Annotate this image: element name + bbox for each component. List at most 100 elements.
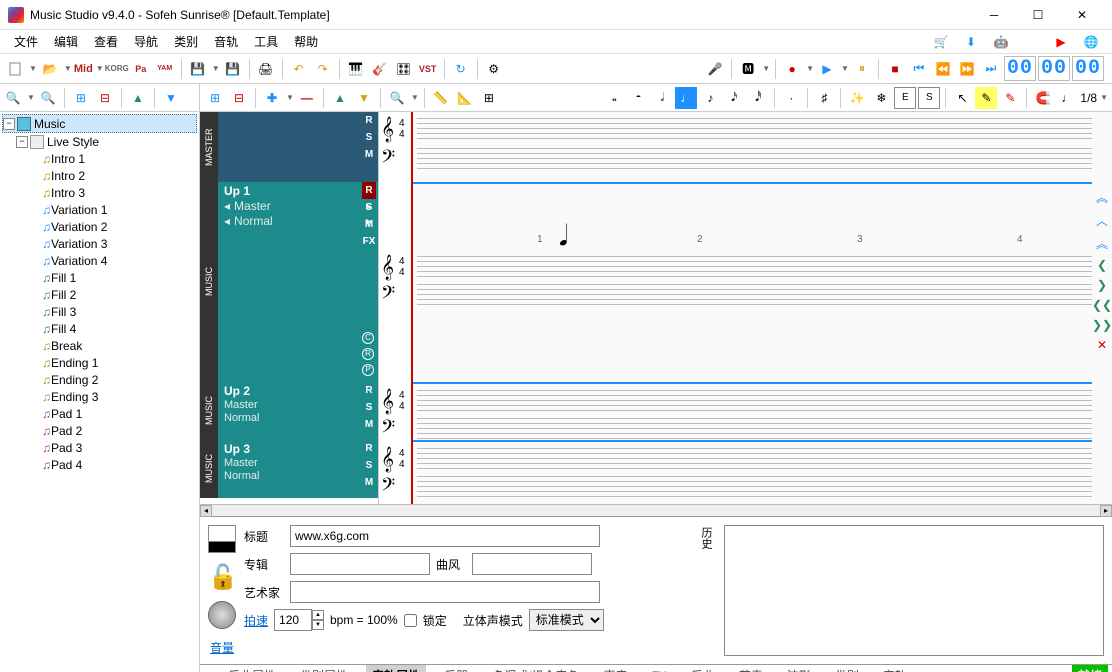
tree-item[interactable]: ♫ Variation 2 <box>2 218 197 235</box>
menu-edit[interactable]: 编辑 <box>46 33 86 50</box>
tree-item[interactable]: ♫ Fill 3 <box>2 303 197 320</box>
whole-note-button[interactable]: 𝅝 <box>603 87 625 109</box>
minimize-button[interactable]: ─ <box>972 1 1016 29</box>
h-scrollbar[interactable]: ◂ ▸ <box>200 504 1112 516</box>
yamaha-icon[interactable]: YAM <box>154 58 176 80</box>
maximize-button[interactable]: ☐ <box>1016 1 1060 29</box>
m-indicator[interactable]: M <box>362 216 376 233</box>
double-left-icon[interactable]: ❮❮ <box>1092 298 1112 312</box>
menu-help[interactable]: 帮助 <box>286 33 326 50</box>
expander-icon[interactable]: − <box>16 136 28 148</box>
skip-end-button[interactable]: ⏭ <box>980 58 1002 80</box>
mixer-button[interactable]: 🎛 <box>393 58 415 80</box>
down-button[interactable]: ▼ <box>160 87 182 109</box>
tree-item[interactable]: ♫ Fill 1 <box>2 269 197 286</box>
tree-item[interactable]: ♫ Pad 3 <box>2 439 197 456</box>
grid-button[interactable]: ⊞ <box>478 87 500 109</box>
cart-icon[interactable]: 🛒 <box>930 31 952 53</box>
tree-item[interactable]: ♫ Fill 2 <box>2 286 197 303</box>
m-indicator[interactable]: M <box>362 146 376 163</box>
volume-link[interactable]: 音量 <box>210 639 234 656</box>
menu-view[interactable]: 查看 <box>86 33 126 50</box>
up-arrow-icon[interactable]: ︽ <box>1096 189 1108 206</box>
note-frac-button[interactable]: ♩ <box>1056 87 1078 109</box>
pa-icon[interactable]: Pa <box>130 58 152 80</box>
tree-item[interactable]: ♫ Ending 1 <box>2 354 197 371</box>
r-indicator[interactable]: R <box>362 112 376 129</box>
tab-left-icon[interactable]: ◂ <box>204 669 210 672</box>
zoom-out-button[interactable]: 🔍 <box>37 87 59 109</box>
new-button[interactable] <box>4 58 26 80</box>
download-icon[interactable]: ⬇ <box>960 31 982 53</box>
rewind-button[interactable]: ⏪ <box>932 58 954 80</box>
refresh-button[interactable]: ↻ <box>450 58 472 80</box>
tab-wave[interactable]: 波形 <box>781 665 817 672</box>
tab-category-props[interactable]: 类别属性 <box>294 665 354 672</box>
tab-instrument[interactable]: 乐器 <box>438 665 474 672</box>
apple-icon[interactable] <box>1020 31 1042 53</box>
thirtysecond-note-button[interactable]: 𝅘𝅥𝅰 <box>747 87 769 109</box>
tab-song-props[interactable]: 乐曲属性 <box>222 665 282 672</box>
lock-icon[interactable]: 🔓 <box>208 563 236 591</box>
tree-item[interactable]: ♫ Ending 2 <box>2 371 197 388</box>
up-arrow-icon[interactable]: ︿ <box>1096 212 1108 229</box>
sharp-button[interactable]: ♯ <box>813 87 835 109</box>
close-icon[interactable]: ✕ <box>1097 338 1107 352</box>
pencil-button[interactable]: ✎ <box>999 87 1021 109</box>
add-button[interactable]: ✚ <box>261 87 283 109</box>
menu-category[interactable]: 类别 <box>166 33 206 50</box>
tree-item[interactable]: ♫ Pad 1 <box>2 405 197 422</box>
track-content[interactable]: 𝄞44 𝄢 𝅘𝅥 1 2 3 4 𝄞44 𝄢 𝄞44 𝄢 𝄞44 𝄢 <box>378 112 1112 504</box>
tree-live-style[interactable]: − Live Style <box>2 133 197 150</box>
tab-song[interactable]: 乐曲 <box>685 665 721 672</box>
forward-button[interactable]: ⏩ <box>956 58 978 80</box>
m-indicator[interactable]: M <box>362 416 376 433</box>
eighth-note-button[interactable]: ♪ <box>699 87 721 109</box>
mic-button[interactable]: 🎤 <box>704 58 726 80</box>
tree-item[interactable]: ♫ Intro 2 <box>2 167 197 184</box>
record-button[interactable]: ● <box>781 58 803 80</box>
s-indicator[interactable]: S <box>362 457 376 474</box>
tree-item[interactable]: ♫ Pad 4 <box>2 456 197 473</box>
tab-track[interactable]: 音轨 <box>877 665 913 672</box>
genre-input[interactable] <box>472 553 592 575</box>
master-track-head[interactable]: R S M <box>218 112 378 182</box>
android-icon[interactable]: 🤖 <box>990 31 1012 53</box>
tree-item[interactable]: ♫ Variation 1 <box>2 201 197 218</box>
tree-item[interactable]: ♫ Fill 4 <box>2 320 197 337</box>
sixteenth-note-button[interactable]: 𝅘𝅥𝅯 <box>723 87 745 109</box>
up-button[interactable]: ▲ <box>127 87 149 109</box>
pointer-button[interactable]: ↖ <box>951 87 973 109</box>
s-indicator[interactable]: S <box>362 199 376 216</box>
ruler2-button[interactable]: 📐 <box>454 87 476 109</box>
expand-button[interactable]: ⊞ <box>70 87 92 109</box>
tab-fx[interactable]: FX <box>645 667 672 672</box>
e-button[interactable]: E <box>894 87 916 109</box>
remove-button[interactable]: — <box>296 87 318 109</box>
menu-file[interactable]: 文件 <box>6 33 46 50</box>
s-button[interactable]: S <box>918 87 940 109</box>
collapse-all-button[interactable]: ⊟ <box>228 87 250 109</box>
tab-rhythm[interactable]: 节奏 <box>733 665 769 672</box>
s-indicator[interactable]: S <box>362 129 376 146</box>
mid-label[interactable]: Mid <box>74 63 93 75</box>
metronome-button[interactable]: 🅼 <box>737 58 759 80</box>
highlight-button[interactable]: ✎ <box>975 87 997 109</box>
double-right-icon[interactable]: ❯❯ <box>1092 318 1112 332</box>
tab-track-props[interactable]: 音轨属性 <box>366 665 426 672</box>
tree-item[interactable]: ♫ Break <box>2 337 197 354</box>
title-input[interactable] <box>290 525 600 547</box>
tab-multimode[interactable]: 多调式/组合音色 <box>486 665 585 672</box>
magnet-button[interactable]: 🧲 <box>1032 87 1054 109</box>
pause-button[interactable]: ⏸ <box>851 58 873 80</box>
up-arrow-icon[interactable]: ︽ <box>1096 235 1108 252</box>
collapse-button[interactable]: ⊟ <box>94 87 116 109</box>
history-label[interactable]: 历史 <box>696 525 716 656</box>
lock-checkbox[interactable] <box>404 614 417 627</box>
close-button[interactable]: ✕ <box>1060 1 1104 29</box>
artist-input[interactable] <box>290 581 600 603</box>
tab-category[interactable]: 类别 <box>829 665 865 672</box>
tree-item[interactable]: ♫ Pad 2 <box>2 422 197 439</box>
expander-icon[interactable]: − <box>3 118 15 130</box>
midi-device-button[interactable]: 🎹 <box>345 58 367 80</box>
